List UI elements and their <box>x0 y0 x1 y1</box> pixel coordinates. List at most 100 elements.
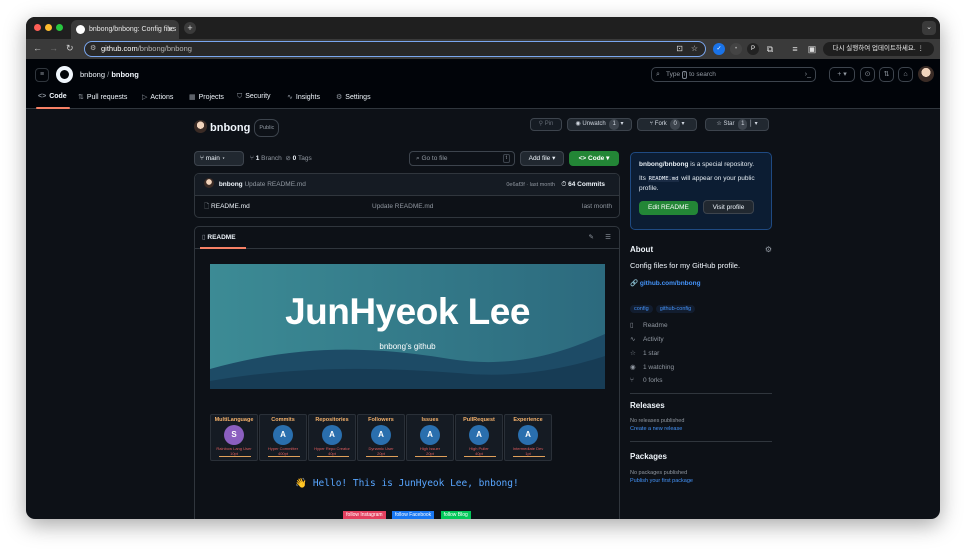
facebook-badge[interactable]: follow Facebook <box>392 511 435 519</box>
update-button[interactable]: 다시 실행하여 업데이트하세요. ⋮ <box>822 42 934 56</box>
star-button[interactable]: ☆ Star 1 │ ▾ <box>705 118 769 131</box>
readme-tab-underline <box>200 247 246 249</box>
tab-code[interactable]: <> Code <box>38 93 67 100</box>
trophy-card[interactable]: Repositories A Hyper Repo Creator 40pt <box>308 414 356 461</box>
commits-link[interactable]: ⏱ 64 Commits <box>561 174 605 196</box>
close-tab-icon[interactable]: ✕ <box>167 20 174 39</box>
packages-heading[interactable]: Packages <box>630 452 667 461</box>
site-info-icon[interactable]: ⚙ <box>90 42 96 55</box>
browser-tab[interactable]: bnbong/bnbong: Config files ✕ <box>71 20 179 39</box>
watching-link[interactable]: ◉ 1 watching <box>630 363 674 371</box>
stars-link[interactable]: ☆ 1 star <box>630 349 659 357</box>
create-new-button[interactable]: + ▾ <box>829 67 855 82</box>
instagram-badge[interactable]: follow Instagram <box>343 511 386 519</box>
address-bar[interactable]: ⚙ github.com/bnbong/bnbong ⊡ ☆ <box>84 41 706 57</box>
readme-link[interactable]: ▯ Readme <box>630 321 668 329</box>
tab-settings[interactable]: ⚙ Settings <box>336 93 371 101</box>
branches-link[interactable]: ⑂ 1 Branch <box>250 155 282 162</box>
extension-p-icon[interactable]: P <box>747 43 759 55</box>
outline-icon[interactable]: ☰ <box>605 227 611 249</box>
trophy-card[interactable]: MultiLanguage S Rainbow Lang User 10pt <box>210 414 258 461</box>
trophy-card[interactable]: Commits A Hyper Committer 400pt <box>259 414 307 461</box>
releases-text: No releases published <box>630 418 685 424</box>
issues-icon[interactable]: ⊙ <box>860 67 875 82</box>
tab-settings-label: Settings <box>345 94 371 101</box>
divider <box>630 441 772 442</box>
about-settings-gear-icon[interactable]: ⚙ <box>765 245 772 254</box>
topic-tag[interactable]: github-config <box>655 305 696 313</box>
search-icon: ⌕ <box>656 71 660 78</box>
trophy-card[interactable]: Experience A Intermediate Dev 1pt <box>504 414 552 461</box>
pull-requests-icon[interactable]: ⇅ <box>879 67 894 82</box>
menu-icon[interactable]: ≡ <box>35 68 49 82</box>
breadcrumb-repo[interactable]: bnbong <box>111 70 139 79</box>
tab-actions[interactable]: ▷ Actions <box>142 93 173 101</box>
inbox-icon[interactable]: ⌂ <box>898 67 913 82</box>
publish-package-link[interactable]: Publish your first package <box>630 477 693 485</box>
side-panel-icon[interactable]: ▣ <box>806 43 818 55</box>
reload-icon[interactable]: ↻ <box>66 43 74 54</box>
trophy-icon: A <box>273 425 293 445</box>
website-link[interactable]: 🔗 github.com/bnbong <box>630 279 701 287</box>
visibility-badge: Public <box>254 119 280 137</box>
topic-tag[interactable]: config <box>630 305 653 313</box>
extensions-puzzle-icon[interactable]: ⧉ <box>764 43 776 55</box>
create-release-link[interactable]: Create a new release <box>630 425 684 433</box>
breadcrumb-owner[interactable]: bnbong <box>80 70 105 79</box>
list-item[interactable]: 🗋 README.md Update README.md last month <box>195 196 619 217</box>
extension-icon[interactable]: • <box>730 43 742 55</box>
new-tab-button[interactable]: + <box>184 22 196 34</box>
github-logo-icon[interactable] <box>56 66 73 83</box>
reading-list-icon[interactable]: ≡ <box>789 43 801 55</box>
forward-icon[interactable]: → <box>49 43 58 53</box>
edit-readme-button[interactable]: Edit README <box>639 201 698 215</box>
commit-author[interactable]: bnbong <box>219 181 243 188</box>
repo-name[interactable]: bnbong <box>210 122 250 134</box>
close-window-button[interactable] <box>34 24 41 31</box>
file-commit-message[interactable]: Update README.md <box>372 196 433 217</box>
packages-text: No packages published <box>630 470 688 476</box>
pin-button[interactable]: ⚲ Pin <box>530 118 562 131</box>
tab-security[interactable]: ⛉ Security <box>237 93 271 101</box>
tags-link[interactable]: ⊘ 0 Tags <box>285 155 311 162</box>
special-repo-name: bnbong/bnbong <box>639 161 689 168</box>
install-app-icon[interactable]: ⊡ <box>676 42 683 55</box>
back-icon[interactable]: ← <box>33 43 42 53</box>
readme-tab[interactable]: README <box>207 234 235 241</box>
projects-icon: ▦ <box>189 94 196 101</box>
visit-profile-button[interactable]: Visit profile <box>702 200 755 214</box>
book-icon: ▯ <box>630 322 634 329</box>
trophy-card[interactable]: PullRequest A High Puller 40pt <box>455 414 503 461</box>
activity-link[interactable]: ∿ Activity <box>630 335 664 343</box>
go-to-file-input[interactable]: ⌕ Go to file t <box>409 151 515 166</box>
unwatch-button[interactable]: ◉ Unwatch 1 ▾ <box>567 118 632 131</box>
commit-hash[interactable]: 0e6af3f · last month <box>506 174 555 196</box>
code-button[interactable]: <> Code ▾ <box>569 151 619 166</box>
maximize-window-button[interactable] <box>56 24 63 31</box>
add-file-button[interactable]: Add file ▾ <box>520 151 564 166</box>
fork-button[interactable]: ⑂ Fork 0 ▾ <box>637 118 697 131</box>
commit-message[interactable]: Update README.md <box>244 181 305 188</box>
branch-selector[interactable]: ⑂ main ▾ <box>194 151 244 166</box>
file-updated-time: last month <box>582 203 612 210</box>
command-palette-icon[interactable]: ›_ <box>805 68 811 81</box>
tab-insights[interactable]: ∿ Insights <box>287 93 320 101</box>
releases-heading[interactable]: Releases <box>630 401 665 410</box>
extension-check-icon[interactable]: ✓ <box>713 43 725 55</box>
file-name[interactable]: README.md <box>211 203 250 210</box>
special-repo-notice: bnbong/bnbong is a special repository. I… <box>630 152 772 230</box>
trophy-card[interactable]: Followers A Dynamic User 20pt <box>357 414 405 461</box>
tab-pull-requests[interactable]: ⇅ Pull requests <box>78 93 127 101</box>
forks-link[interactable]: ⑂ 0 forks <box>630 377 663 384</box>
edit-pencil-icon[interactable]: ✎ <box>589 227 594 249</box>
tab-search-button[interactable]: ⌄ <box>922 21 936 35</box>
user-avatar[interactable] <box>918 66 934 82</box>
trophy-card[interactable]: Issues A High Issuer 20pt <box>406 414 454 461</box>
url-host: github.com <box>101 44 138 53</box>
tab-projects[interactable]: ▦ Projects <box>189 93 224 101</box>
blog-badge[interactable]: follow Blog <box>440 511 471 519</box>
search-input[interactable]: ⌕ Type / to search ›_ <box>651 67 816 82</box>
minimize-window-button[interactable] <box>45 24 52 31</box>
bookmark-star-icon[interactable]: ☆ <box>691 42 698 55</box>
url-path: /bnbong/bnbong <box>137 44 192 53</box>
